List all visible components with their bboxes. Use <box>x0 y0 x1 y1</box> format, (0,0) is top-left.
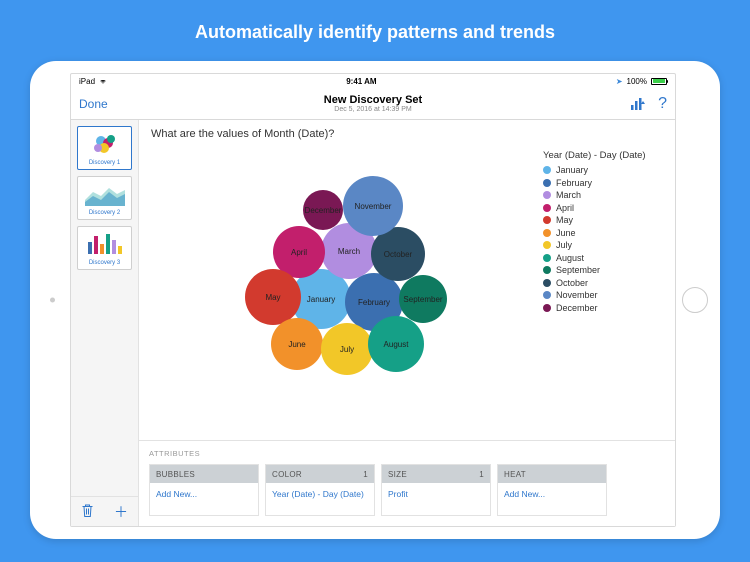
legend-item[interactable]: May <box>543 215 663 225</box>
thumbnail-sidebar: Discovery 1 Discovery 2 Discovery 3 ＋ <box>71 120 139 526</box>
legend-swatch <box>543 291 551 299</box>
thumbnail-preview <box>81 130 128 158</box>
bubble-may[interactable]: May <box>245 269 301 325</box>
legend-label: December <box>556 303 598 313</box>
attr-card-size[interactable]: SIZE1Profit <box>381 464 491 516</box>
legend-swatch <box>543 204 551 212</box>
legend-item[interactable]: November <box>543 290 663 300</box>
legend-swatch <box>543 191 551 199</box>
legend-label: October <box>556 278 588 288</box>
legend-item[interactable]: December <box>543 303 663 313</box>
legend-swatch <box>543 216 551 224</box>
app-screen: iPad 9:41 AM ➤ 100% Done New Discovery S… <box>70 73 676 527</box>
legend-item[interactable]: August <box>543 253 663 263</box>
legend-item[interactable]: April <box>543 203 663 213</box>
legend: Year (Date) - Day (Date) January February… <box>543 144 663 436</box>
legend-item[interactable]: October <box>543 278 663 288</box>
nav-bar: Done New Discovery Set Dec 5, 2016 at 14… <box>71 88 675 120</box>
attr-card-body[interactable]: Year (Date) - Day (Date) <box>266 483 374 515</box>
bubble-august[interactable]: August <box>368 316 424 372</box>
legend-label: June <box>556 228 576 238</box>
attr-card-header: SIZE1 <box>382 465 490 483</box>
legend-label: January <box>556 165 588 175</box>
legend-label: February <box>556 178 592 188</box>
attributes-panel: ATTRIBUTES BUBBLESAdd New...COLOR1Year (… <box>139 440 675 526</box>
legend-label: April <box>556 203 574 213</box>
thumbnail-preview <box>81 180 128 208</box>
legend-swatch <box>543 279 551 287</box>
attr-card-heat[interactable]: HEATAdd New... <box>497 464 607 516</box>
legend-swatch <box>543 254 551 262</box>
thumbnail-1[interactable]: Discovery 1 <box>77 126 132 170</box>
location-icon: ➤ <box>616 77 623 86</box>
thumbnail-label: Discovery 3 <box>81 260 128 266</box>
legend-label: March <box>556 190 581 200</box>
page-title: New Discovery Set <box>71 94 675 106</box>
legend-item[interactable]: January <box>543 165 663 175</box>
legend-item[interactable]: September <box>543 265 663 275</box>
thumbnail-label: Discovery 1 <box>81 160 128 166</box>
legend-swatch <box>543 229 551 237</box>
main-content: What are the values of Month (Date)? Jan… <box>139 120 675 526</box>
help-button[interactable]: ? <box>658 95 667 113</box>
legend-swatch <box>543 166 551 174</box>
chart-type-button[interactable] <box>630 97 646 111</box>
thumbnail-3[interactable]: Discovery 3 <box>77 226 132 270</box>
attributes-header: ATTRIBUTES <box>149 445 665 464</box>
legend-item[interactable]: February <box>543 178 663 188</box>
thumbnail-label: Discovery 2 <box>81 210 128 216</box>
bubble-september[interactable]: September <box>399 275 447 323</box>
attr-card-body[interactable]: Add New... <box>498 483 606 515</box>
attr-card-header: HEAT <box>498 465 606 483</box>
attr-card-body[interactable]: Profit <box>382 483 490 515</box>
attr-card-bubbles[interactable]: BUBBLESAdd New... <box>149 464 259 516</box>
page-subtitle: Dec 5, 2016 at 14:39 PM <box>71 106 675 113</box>
attr-card-body[interactable]: Add New... <box>150 483 258 515</box>
bubble-november[interactable]: November <box>343 176 403 236</box>
legend-item[interactable]: July <box>543 240 663 250</box>
status-time: 9:41 AM <box>346 77 376 86</box>
ipad-camera <box>50 298 55 303</box>
legend-swatch <box>543 241 551 249</box>
chart-question: What are the values of Month (Date)? <box>139 120 675 144</box>
attr-card-header: COLOR1 <box>266 465 374 483</box>
nav-title-block: New Discovery Set Dec 5, 2016 at 14:39 P… <box>71 94 675 113</box>
attr-card-color[interactable]: COLOR1Year (Date) - Day (Date) <box>265 464 375 516</box>
legend-item[interactable]: June <box>543 228 663 238</box>
legend-title: Year (Date) - Day (Date) <box>543 150 663 161</box>
thumbnail-2[interactable]: Discovery 2 <box>77 176 132 220</box>
bubble-july[interactable]: July <box>321 323 373 375</box>
carrier-label: iPad <box>79 77 95 86</box>
legend-swatch <box>543 304 551 312</box>
bubble-chart[interactable]: JanuaryFebruaryMarchAprilMayJuneJulyAugu… <box>151 144 533 436</box>
ipad-frame: iPad 9:41 AM ➤ 100% Done New Discovery S… <box>30 61 720 539</box>
legend-swatch <box>543 266 551 274</box>
legend-swatch <box>543 179 551 187</box>
legend-label: July <box>556 240 572 250</box>
bubble-june[interactable]: June <box>271 318 323 370</box>
ipad-home-button[interactable] <box>682 287 708 313</box>
thumbnail-preview <box>81 230 128 258</box>
legend-label: August <box>556 253 584 263</box>
legend-label: September <box>556 265 600 275</box>
done-button[interactable]: Done <box>79 97 108 111</box>
wifi-icon <box>99 77 107 85</box>
legend-item[interactable]: March <box>543 190 663 200</box>
status-bar: iPad 9:41 AM ➤ 100% <box>71 74 675 88</box>
battery-percent: 100% <box>627 77 647 86</box>
legend-label: May <box>556 215 573 225</box>
add-button[interactable]: ＋ <box>114 502 128 522</box>
battery-icon <box>651 78 667 85</box>
bubble-december[interactable]: December <box>303 190 343 230</box>
legend-label: November <box>556 290 598 300</box>
marketing-tagline: Automatically identify patterns and tren… <box>0 0 750 61</box>
attr-card-header: BUBBLES <box>150 465 258 483</box>
trash-icon[interactable] <box>81 503 94 521</box>
